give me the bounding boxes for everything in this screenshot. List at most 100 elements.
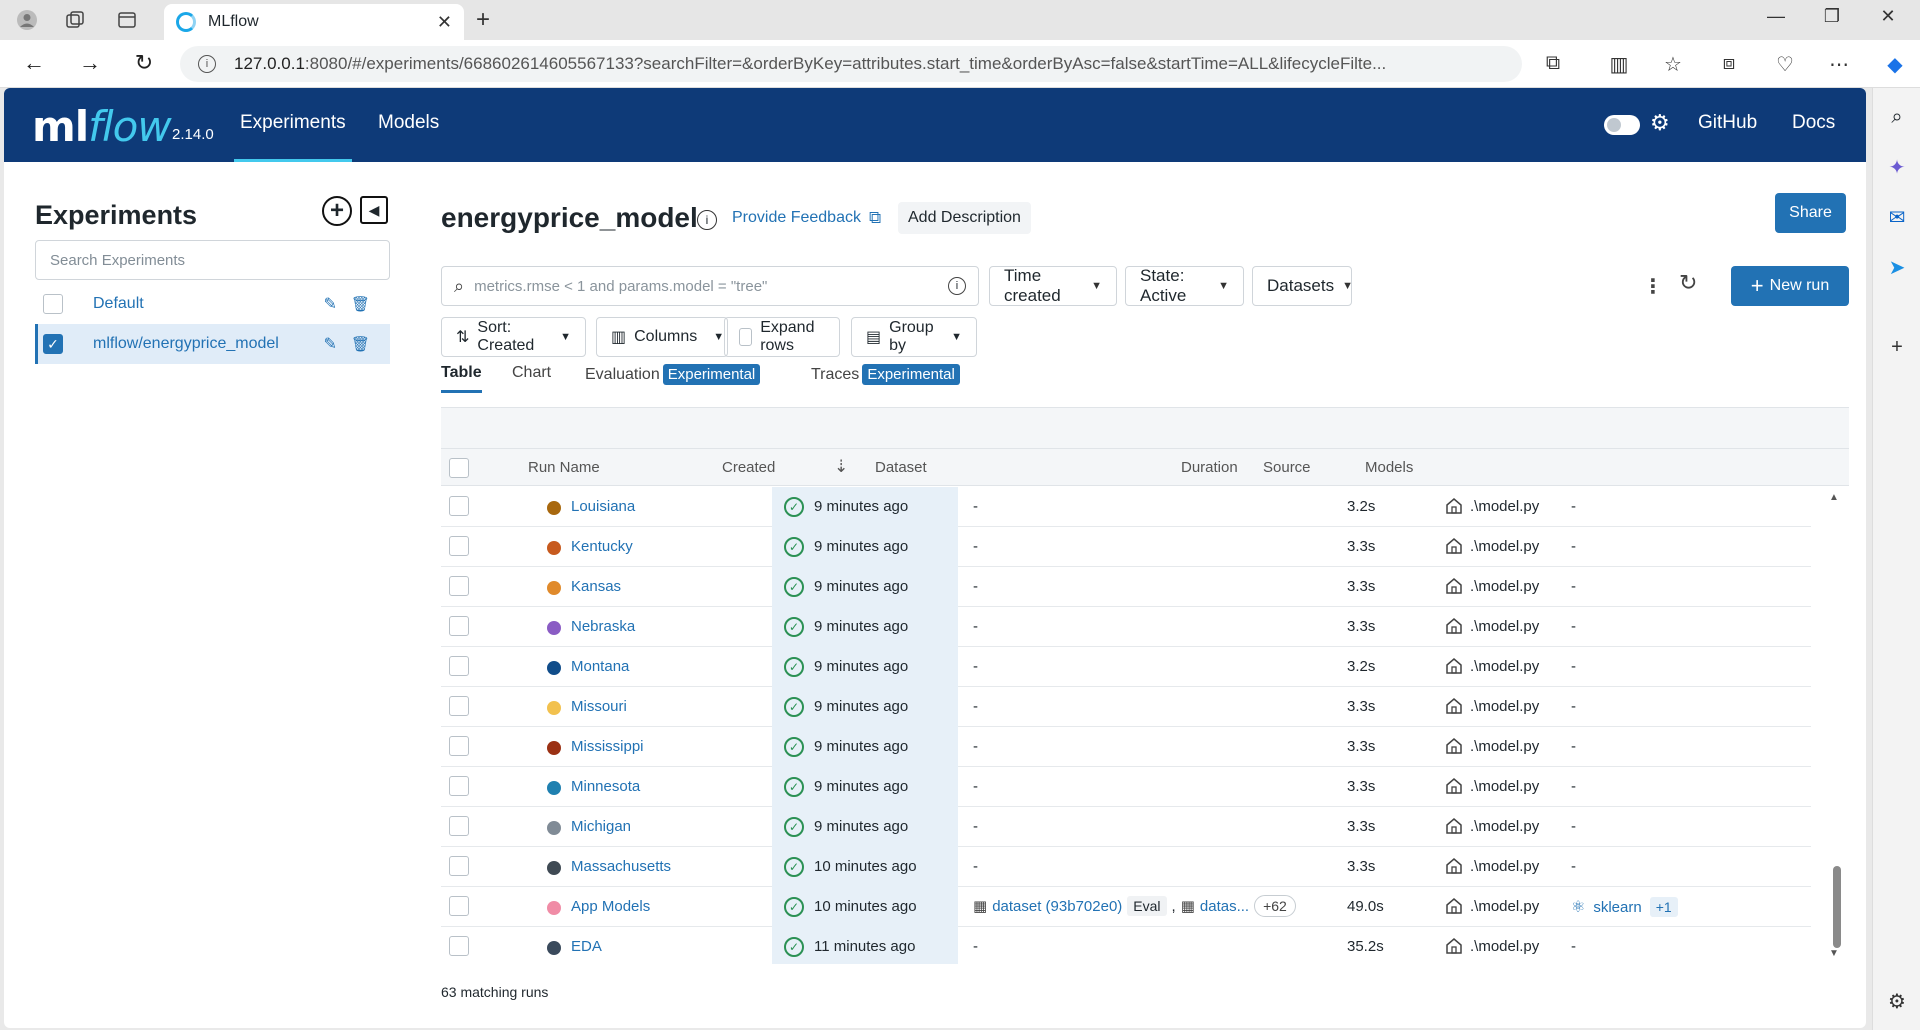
run-color-dot[interactable] — [547, 661, 561, 675]
settings-gear-icon[interactable]: ⚙ — [1650, 110, 1670, 136]
search-help-icon[interactable]: i — [948, 277, 966, 295]
source-link[interactable]: .\model.py — [1470, 658, 1539, 675]
tab-actions-icon[interactable] — [112, 6, 142, 34]
run-search-field[interactable]: ⌕ i — [441, 266, 979, 306]
run-name-link[interactable]: App Models — [571, 898, 650, 915]
url-field[interactable]: i 127.0.0.1:8080/#/experiments/668602614… — [180, 46, 1522, 82]
more-menu-icon[interactable]: ⋯ — [1824, 52, 1854, 77]
time-created-dropdown[interactable]: Time created ▼ — [989, 266, 1117, 306]
scroll-down-icon[interactable]: ▼ — [1829, 948, 1839, 959]
extensions-icon[interactable]: ⧉ — [1538, 52, 1568, 75]
sort-descending-icon[interactable]: ⇣ — [834, 457, 848, 477]
expand-rows-toggle[interactable]: Expand rows — [724, 317, 840, 357]
copilot-icon[interactable]: ◆ — [1880, 52, 1910, 77]
browser-tab[interactable]: MLflow ✕ — [164, 4, 464, 40]
source-link[interactable]: .\model.py — [1470, 578, 1539, 595]
delete-trash-icon[interactable]: 🗑 — [351, 295, 370, 313]
select-all-checkbox[interactable] — [449, 458, 469, 478]
collapse-sidebar-icon[interactable]: ◀ — [360, 196, 388, 224]
run-name-link[interactable]: Minnesota — [571, 778, 640, 795]
more-options-icon[interactable]: ⋮ — [1643, 274, 1663, 299]
nav-experiments[interactable]: Experiments — [234, 112, 352, 162]
table-row[interactable]: EDA ✓ 11 minutes ago - 35.2s .\model.py - — [441, 927, 1811, 964]
run-name-link[interactable]: Kansas — [571, 578, 621, 595]
provide-feedback-link[interactable]: Provide Feedback — [732, 209, 861, 227]
col-models[interactable]: Models — [1365, 459, 1413, 476]
run-name-link[interactable]: Missouri — [571, 698, 627, 715]
external-link-icon[interactable]: ⧉ — [869, 208, 881, 228]
new-tab-icon[interactable]: + — [476, 6, 490, 34]
experiment-item-energyprice[interactable]: ✓ mlflow/energyprice_model ✎ 🗑 — [35, 324, 390, 364]
experiment-checkbox-checked[interactable]: ✓ — [43, 334, 63, 354]
add-sidebar-icon[interactable]: + — [1882, 332, 1912, 362]
browser-essentials-icon[interactable]: ♡ — [1770, 52, 1800, 77]
more-models-badge[interactable]: +1 — [1649, 897, 1678, 917]
table-row[interactable]: Kentucky ✓ 9 minutes ago - 3.3s .\model.py - — [441, 527, 1811, 567]
source-link[interactable]: .\model.py — [1470, 738, 1539, 755]
minimize-icon[interactable]: — — [1756, 6, 1796, 27]
tab-traces[interactable]: Traces Experimental — [811, 364, 960, 385]
restore-icon[interactable]: ❐ — [1812, 6, 1852, 27]
table-row[interactable]: App Models ✓ 10 minutes ago ▦ dataset (93b70… — [441, 887, 1811, 927]
row-checkbox[interactable] — [449, 536, 469, 556]
table-row[interactable]: Kansas ✓ 9 minutes ago - 3.3s .\model.py - — [441, 567, 1811, 607]
favorites-icon[interactable]: ☆ — [1658, 52, 1688, 77]
row-checkbox[interactable] — [449, 896, 469, 916]
more-datasets-badge[interactable]: +62 — [1254, 895, 1296, 917]
run-color-dot[interactable] — [547, 621, 561, 635]
run-name-link[interactable]: EDA — [571, 938, 602, 955]
profile-icon[interactable] — [12, 6, 42, 34]
info-icon[interactable]: i — [697, 210, 717, 230]
experiment-checkbox[interactable] — [43, 294, 63, 314]
edit-pencil-icon[interactable]: ✎ — [324, 334, 337, 354]
edit-pencil-icon[interactable]: ✎ — [324, 294, 337, 314]
datasets-dropdown[interactable]: Datasets ▼ — [1252, 266, 1353, 306]
run-color-dot[interactable] — [547, 701, 561, 715]
run-name-link[interactable]: Michigan — [571, 818, 631, 835]
group-by-dropdown[interactable]: ▤ Group by ▼ — [851, 317, 977, 357]
row-checkbox[interactable] — [449, 936, 469, 956]
tab-table[interactable]: Table — [441, 364, 482, 393]
nav-models[interactable]: Models — [378, 112, 439, 134]
share-button[interactable]: Share — [1775, 193, 1846, 233]
experiment-item-default[interactable]: Default ✎ 🗑 — [35, 284, 390, 324]
outlook-icon[interactable]: ✉ — [1882, 202, 1912, 232]
row-checkbox[interactable] — [449, 496, 469, 516]
search-sidebar-icon[interactable]: ⌕ — [1882, 102, 1912, 132]
copilot-sidebar-icon[interactable]: ✦ — [1882, 152, 1912, 182]
site-info-icon[interactable]: i — [198, 55, 216, 73]
table-row[interactable]: Montana ✓ 9 minutes ago - 3.2s .\model.py - — [441, 647, 1811, 687]
row-checkbox[interactable] — [449, 816, 469, 836]
forward-icon[interactable]: → — [74, 50, 106, 76]
source-link[interactable]: .\model.py — [1470, 698, 1539, 715]
table-row[interactable]: Mississippi ✓ 9 minutes ago - 3.3s .\model.py… — [441, 727, 1811, 767]
model-link[interactable]: sklearn — [1593, 899, 1641, 916]
source-link[interactable]: .\model.py — [1470, 818, 1539, 835]
run-color-dot[interactable] — [547, 581, 561, 595]
search-experiments-input[interactable] — [35, 240, 390, 280]
refresh-icon[interactable]: ↻ — [1679, 270, 1697, 296]
new-run-button[interactable]: + New run — [1731, 266, 1849, 306]
delete-trash-icon[interactable]: 🗑 — [351, 335, 370, 353]
create-experiment-icon[interactable]: + — [322, 196, 352, 226]
sort-dropdown[interactable]: ⇅ Sort: Created ▼ — [441, 317, 586, 357]
source-link[interactable]: .\model.py — [1470, 498, 1539, 515]
run-color-dot[interactable] — [547, 821, 561, 835]
run-search-input[interactable] — [474, 277, 948, 295]
table-row[interactable]: Louisiana ✓ 9 minutes ago - 3.2s .\model.py - — [441, 487, 1811, 527]
col-run-name[interactable]: Run Name — [528, 459, 600, 476]
row-checkbox[interactable] — [449, 776, 469, 796]
run-color-dot[interactable] — [547, 861, 561, 875]
dataset-link[interactable]: datas... — [1200, 898, 1249, 915]
run-name-link[interactable]: Montana — [571, 658, 629, 675]
mlflow-logo[interactable]: mlflow — [32, 102, 172, 151]
row-checkbox[interactable] — [449, 576, 469, 596]
table-row[interactable]: Minnesota ✓ 9 minutes ago - 3.3s .\model.py - — [441, 767, 1811, 807]
collections-icon[interactable]: ⧈ — [1714, 52, 1744, 75]
add-description-button[interactable]: Add Description — [898, 202, 1031, 234]
source-link[interactable]: .\model.py — [1470, 778, 1539, 795]
dark-mode-toggle[interactable] — [1604, 115, 1640, 135]
close-window-icon[interactable]: ✕ — [1868, 6, 1908, 27]
table-row[interactable]: Nebraska ✓ 9 minutes ago - 3.3s .\model.py - — [441, 607, 1811, 647]
run-name-link[interactable]: Massachusetts — [571, 858, 671, 875]
